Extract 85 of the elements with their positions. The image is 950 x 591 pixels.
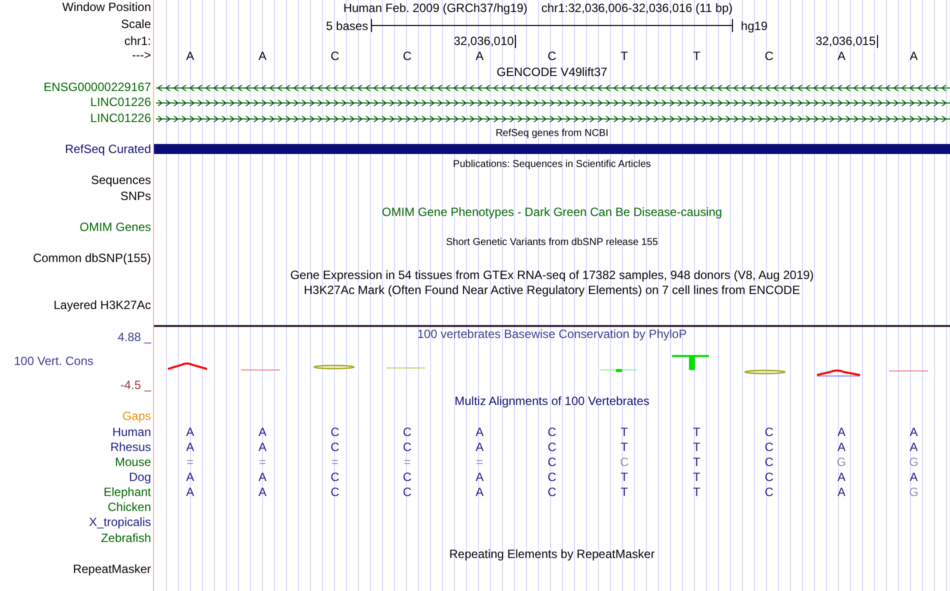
base-letter: A <box>258 426 267 439</box>
track-title: Multiz Alignments of 100 Vertebrates <box>454 394 650 408</box>
base-letter: T <box>693 456 700 469</box>
base-letter: C <box>764 426 774 439</box>
base-letter: G <box>909 486 918 499</box>
base-letter: C <box>548 49 556 63</box>
base-letter: = <box>259 456 266 469</box>
base-letter: C <box>548 456 556 469</box>
scale-text: 5 bases <box>326 18 370 32</box>
base-letter: C <box>330 440 340 454</box>
track-title: Publications: Sequences in Scientific Articles <box>453 159 651 172</box>
base-letter: C <box>330 426 340 439</box>
base-letter: A <box>476 49 484 63</box>
base-letter: C <box>620 456 629 469</box>
base-letter: A <box>837 440 846 454</box>
track-label: 100 Vert. Cons <box>13 352 94 370</box>
assembly-title: Human Feb. 2009 (GRCh37/hg19) <box>343 0 528 17</box>
base-letter: A <box>910 470 918 484</box>
base-letter: T <box>693 486 700 499</box>
assembly-label: hg19 <box>740 18 768 32</box>
base-letter: C <box>330 49 340 63</box>
base-letter: A <box>910 426 918 439</box>
coordinate-tick: 32,036,010 <box>454 35 516 48</box>
base-letter: A <box>186 470 194 484</box>
base-letter: T <box>620 49 628 63</box>
base-letter: C <box>402 470 412 484</box>
position-text: chr1:32,036,006-32,036,016 (11 bp) <box>541 0 733 17</box>
base-letter: C <box>548 426 556 439</box>
base-letter: T <box>620 426 628 439</box>
base-letter: T <box>693 470 700 484</box>
axis-max-label: 4.88 _ <box>118 330 151 344</box>
base-letter: T <box>693 426 700 439</box>
track-title: H3K27Ac Mark (Often Found Near Active Regulatory Elements) on 7 cell lines from ENCODE <box>304 283 800 298</box>
axis-min-label: -4.5 _ <box>120 378 151 392</box>
base-letter: A <box>837 470 846 484</box>
base-letter: A <box>258 486 267 499</box>
base-letter: C <box>330 486 340 499</box>
base-letter: A <box>910 49 918 63</box>
base-letter: A <box>837 486 846 499</box>
base-letter: T <box>620 486 628 499</box>
base-letter: A <box>476 426 484 439</box>
base-letter: = <box>476 456 484 469</box>
base-letter: A <box>186 426 194 439</box>
track-title: RefSeq genes from NCBI <box>496 128 608 140</box>
base-letter: C <box>402 426 412 439</box>
base-letter: A <box>258 470 267 484</box>
track-title: Short Genetic Variants from dbSNP release 155 <box>446 237 658 250</box>
base-letter: A <box>186 49 194 63</box>
base-letter: C <box>548 440 556 454</box>
base-letter: T <box>620 440 628 454</box>
base-letter: A <box>258 49 267 63</box>
base-letter: C <box>764 486 774 499</box>
base-letter: T <box>693 49 700 63</box>
base-letter: C <box>548 470 556 484</box>
base-letter: A <box>837 49 846 63</box>
base-letter: G <box>909 456 918 469</box>
track-title: Gene Expression in 54 tissues from GTEx RNA-seq of 17382 samples, 948 donors (V8, Aug 2019) <box>290 268 814 282</box>
base-letter: A <box>910 440 918 454</box>
base-letter: C <box>402 440 412 454</box>
base-letter: T <box>693 440 700 454</box>
base-letter: A <box>186 486 194 499</box>
base-letter: C <box>402 49 412 63</box>
base-letter: A <box>186 440 194 454</box>
track-title: GENCODE V49lift37 <box>496 64 608 79</box>
track-title: 100 vertebrates Basewise Conservation by PhyloP <box>417 327 687 341</box>
base-letter: C <box>548 486 556 499</box>
base-letter: C <box>330 470 340 484</box>
base-letter: A <box>476 486 484 499</box>
base-letter: C <box>764 456 774 469</box>
track-title: OMIM Gene Phenotypes - Dark Green Can Be Disease-causing <box>382 205 722 220</box>
base-letter: A <box>837 426 846 439</box>
base-letter: G <box>836 456 846 469</box>
base-letter: = <box>404 456 411 469</box>
base-letter: A <box>476 470 484 484</box>
track-title: Repeating Elements by RepeatMasker <box>449 547 655 562</box>
base-letter: C <box>402 486 412 499</box>
base-letter: T <box>620 470 628 484</box>
base-letter: C <box>764 49 774 63</box>
coordinate-tick: 32,036,015 <box>816 35 878 48</box>
base-letter: = <box>186 456 194 469</box>
base-letter: C <box>764 470 774 484</box>
base-letter: = <box>331 456 338 469</box>
base-letter: A <box>476 440 484 454</box>
base-letter: A <box>258 440 267 454</box>
base-letter: C <box>764 440 774 454</box>
